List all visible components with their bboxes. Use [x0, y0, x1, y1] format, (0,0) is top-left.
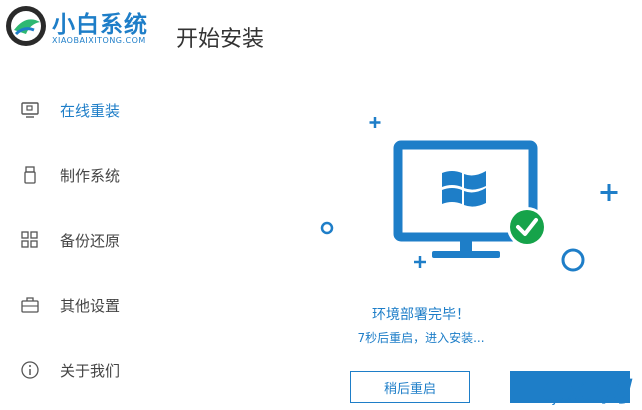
sidebar-item-make-system[interactable]: 制作系统	[0, 155, 170, 195]
ring-icon	[561, 248, 585, 272]
header: 小白系统 XIAOBAIXITONG.COM 开始安装	[0, 0, 642, 75]
plus-icon	[600, 184, 618, 201]
sidebar-item-about-us[interactable]: 关于我们	[0, 350, 170, 390]
sidebar-item-label: 在线重装	[60, 102, 121, 120]
watermark: GXI网 system.com	[540, 368, 642, 410]
logo-icon	[6, 6, 46, 46]
info-icon	[21, 361, 39, 379]
sidebar-item-label: 备份还原	[60, 232, 121, 250]
ring-icon	[320, 221, 334, 235]
brand-domain: XIAOBAIXITONG.COM	[52, 36, 146, 45]
brand-name: 小白系统	[52, 12, 148, 38]
sidebar-item-online-reinstall[interactable]: 在线重装	[0, 90, 170, 130]
plus-icon	[414, 256, 426, 268]
monitor-icon	[21, 102, 39, 118]
status-message: 环境部署完毕！	[372, 307, 470, 323]
usb-drive-icon	[24, 166, 36, 184]
windows-logo-icon	[442, 171, 486, 207]
grid-backup-icon	[21, 231, 38, 248]
sidebar-item-label: 其他设置	[60, 297, 121, 315]
plus-icon	[369, 117, 381, 128]
checkmark-icon	[507, 207, 547, 247]
sidebar-item-label: 关于我们	[60, 362, 121, 380]
sidebar: 在线重装 制作系统 备份还原 其他设置 关于我们	[0, 78, 170, 410]
install-complete-illustration	[320, 117, 618, 272]
restart-later-button[interactable]: 稍后重启	[350, 371, 470, 403]
page-title: 开始安装	[176, 27, 265, 52]
watermark-domain: system.com	[546, 396, 607, 406]
countdown-message: 7秒后重启，进入安装...	[357, 331, 485, 345]
sidebar-item-other-settings[interactable]: 其他设置	[0, 285, 170, 325]
sidebar-item-label: 制作系统	[60, 167, 121, 185]
briefcase-icon	[21, 297, 39, 313]
sidebar-item-backup-restore[interactable]: 备份还原	[0, 220, 170, 260]
